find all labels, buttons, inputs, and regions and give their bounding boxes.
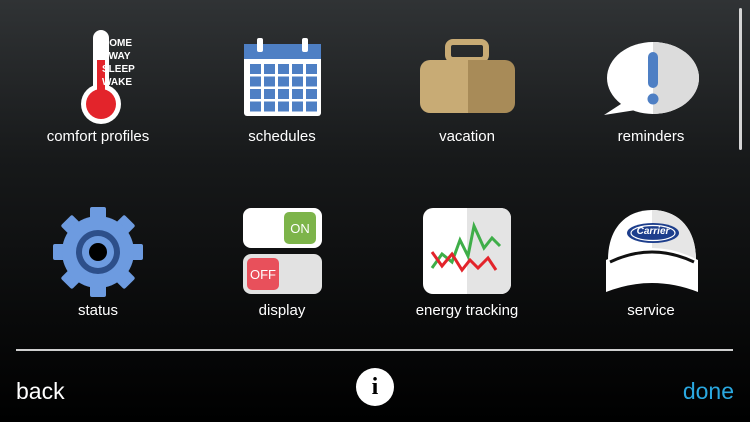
- mode-home: HOME: [102, 38, 132, 49]
- toggle-switches-icon: [243, 208, 322, 294]
- mode-sleep: SLEEP: [102, 64, 135, 75]
- info-button[interactable]: i: [356, 368, 394, 406]
- tile-label: vacation: [439, 128, 495, 145]
- back-button[interactable]: back: [16, 378, 65, 405]
- suitcase-icon: [420, 39, 515, 113]
- footer-divider: [16, 349, 733, 351]
- tile-label: display: [258, 302, 306, 319]
- tile-comfort-profiles[interactable]: HOME AWAY SLEEP WAKE comfort profiles: [23, 22, 173, 162]
- on-label: ON: [290, 221, 310, 236]
- carrier-logo-text: Carrier: [636, 226, 670, 237]
- scrollbar[interactable]: [739, 8, 742, 150]
- tile-label: status: [77, 302, 119, 319]
- mode-away: AWAY: [102, 51, 131, 62]
- tile-display[interactable]: ON OFF display: [207, 196, 357, 336]
- tile-service[interactable]: Carrier service: [576, 196, 726, 336]
- tile-vacation[interactable]: vacation: [392, 22, 542, 162]
- tile-schedules[interactable]: schedules: [207, 22, 357, 162]
- thermometer-icon: [81, 30, 121, 124]
- tile-status[interactable]: status: [23, 196, 173, 336]
- tile-label: comfort profiles: [46, 128, 150, 145]
- tile-label: energy tracking: [415, 302, 519, 319]
- gear-icon: [53, 207, 143, 297]
- line-graph-icon: [423, 208, 511, 294]
- tile-energy-tracking[interactable]: energy tracking: [392, 196, 542, 336]
- carrier-cap-icon: [606, 210, 698, 292]
- speech-bubble-exclamation-icon: [604, 42, 699, 115]
- off-label: OFF: [250, 267, 276, 282]
- calendar-icon: [244, 38, 321, 116]
- done-button[interactable]: done: [683, 378, 734, 405]
- tile-label: schedules: [248, 128, 316, 145]
- mode-wake: WAKE: [102, 77, 132, 88]
- tile-reminders[interactable]: reminders: [576, 22, 726, 162]
- tile-label: service: [627, 302, 675, 319]
- tile-label: reminders: [617, 128, 685, 145]
